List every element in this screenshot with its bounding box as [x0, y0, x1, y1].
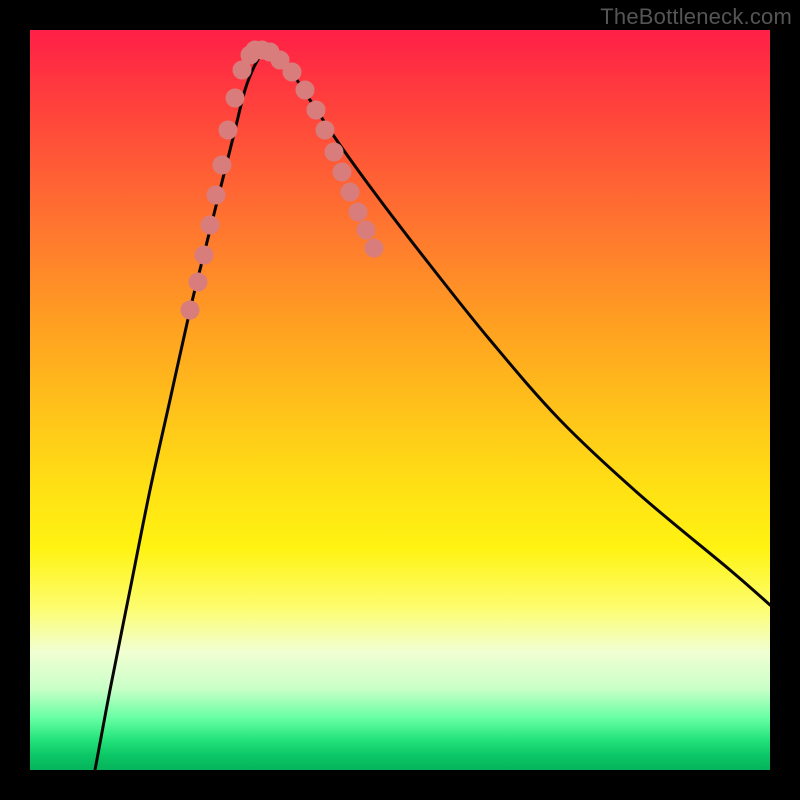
data-marker	[283, 63, 301, 81]
data-marker	[307, 101, 325, 119]
data-marker	[333, 163, 351, 181]
data-marker	[365, 239, 383, 257]
watermark: TheBottleneck.com	[600, 4, 792, 30]
data-marker	[207, 186, 225, 204]
data-marker	[316, 121, 334, 139]
data-marker	[201, 216, 219, 234]
data-marker	[213, 156, 231, 174]
data-marker	[181, 301, 199, 319]
data-marker	[195, 246, 213, 264]
plot-area	[30, 30, 770, 770]
data-markers	[181, 41, 383, 319]
data-marker	[357, 221, 375, 239]
curve-svg	[30, 30, 770, 770]
data-marker	[226, 89, 244, 107]
data-marker	[189, 273, 207, 291]
bottleneck-curve	[95, 50, 770, 770]
data-marker	[219, 121, 237, 139]
data-marker	[325, 143, 343, 161]
data-marker	[296, 81, 314, 99]
data-marker	[349, 203, 367, 221]
data-marker	[341, 183, 359, 201]
chart-stage: TheBottleneck.com	[0, 0, 800, 800]
